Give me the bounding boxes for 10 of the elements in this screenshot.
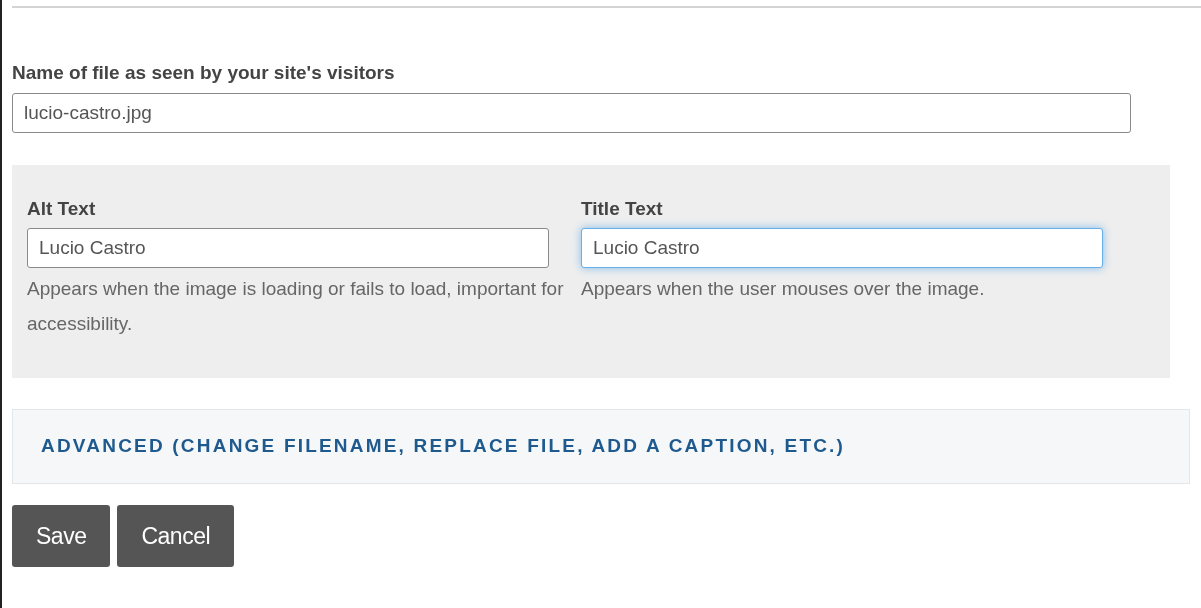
help-text: Appears when the image is loading or fails to load, important for accessibility. (27, 277, 565, 336)
input-field[interactable]: Lucio Castro (27, 228, 549, 268)
help-text: Appears when the user mouses over the image. (581, 277, 986, 301)
input-field[interactable]: lucio-castro.jpg (12, 93, 1131, 133)
save-button[interactable]: Save (12, 505, 111, 567)
field-label: Name of file as seen by your site's visitors (12, 61, 396, 85)
field-label: Title Text (581, 197, 664, 221)
input-field[interactable]: Lucio Castro (581, 228, 1103, 268)
cancel-button[interactable]: Cancel (117, 505, 235, 567)
field-label: Alt Text (27, 197, 97, 221)
